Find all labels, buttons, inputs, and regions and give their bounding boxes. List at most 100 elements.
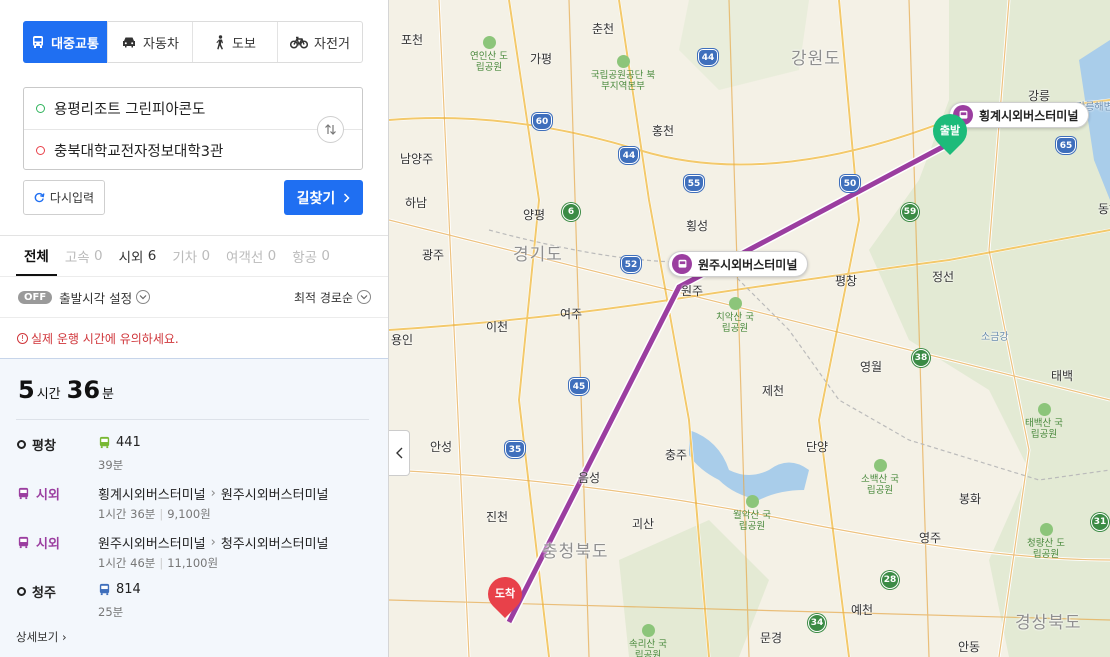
highway-shield: 31 — [1091, 513, 1109, 531]
route-result-card[interactable]: 5 시간 36 분 평창 441 39분 시외 횡계시외버스터미널 › 원주시외… — [0, 358, 388, 657]
park-label: 월악산 국립공원 — [733, 510, 771, 532]
step-info: 1시간 36분 | 9,100원 — [98, 507, 211, 521]
step-duration: 25분 — [98, 605, 124, 619]
province-label: 경기도 — [513, 245, 563, 265]
search-label: 길찾기 — [296, 190, 336, 207]
tab-label: 고속 — [64, 250, 90, 266]
place-label: 춘천 — [592, 22, 615, 36]
place-label: 용인 — [391, 333, 414, 347]
park-icon — [873, 459, 887, 472]
mode-transit[interactable]: 대중교통 — [23, 21, 108, 63]
start-pin[interactable]: 출발 — [925, 106, 975, 156]
mode-label: 도보 — [232, 36, 256, 52]
bus-icon — [99, 436, 110, 449]
place-label: 동해 — [1098, 202, 1110, 216]
terminal-marker-hoenggye[interactable]: 횡계시외버스터미널 — [949, 102, 1090, 128]
province-label: 강원도 — [791, 49, 841, 69]
tab-label: 시외 — [118, 250, 144, 266]
destination-field[interactable]: 충북대학교전자정보대학3관 — [24, 129, 362, 170]
sort-select[interactable]: 최적 경로순 — [294, 289, 371, 306]
place-label: 평창 — [835, 274, 858, 288]
swap-route-button[interactable] — [317, 116, 344, 143]
departure-toggle[interactable]: OFF — [18, 290, 53, 304]
park-label: 태백산 국립공원 — [1025, 418, 1063, 440]
highway-shield: 52 — [621, 256, 641, 273]
park-marker[interactable]: 태백산 국립공원 — [1024, 403, 1064, 440]
step-info: 1시간 46분 | 11,100원 — [98, 556, 219, 570]
place-label: 남양주 — [400, 152, 434, 166]
detail-link[interactable]: 상세보기 › — [16, 629, 67, 645]
to-terminal: 원주시외버스터미널 — [220, 488, 329, 503]
mode-walk[interactable]: 도보 — [193, 22, 278, 62]
chevron-right-icon: › — [210, 535, 216, 550]
step-name: 청주 — [32, 586, 56, 601]
park-marker[interactable]: 속리산 국립공원 — [628, 624, 668, 657]
bus-number: 814 — [116, 582, 141, 597]
park-marker[interactable]: 월악산 국립공원 — [732, 495, 772, 532]
duration-hours-unit: 시간 — [36, 387, 61, 402]
park-icon — [745, 495, 759, 508]
mode-bicycle[interactable]: 자전거 — [278, 22, 362, 62]
place-label: 태백 — [1051, 369, 1074, 383]
start-pin-label: 출발 — [939, 124, 961, 137]
stop-circle-icon — [17, 587, 26, 596]
result-category-tabs: 전체 고속 0 시외 6 기차 0 여객선 0 항공 0 — [16, 236, 338, 276]
place-label: 정선 — [932, 270, 955, 284]
departure-setting-label[interactable]: 출발시각 설정 — [59, 288, 132, 307]
place-label: 음성 — [578, 471, 601, 485]
origin-field[interactable]: 용평리조트 그린피아콘도 — [24, 88, 362, 129]
place-label: 단양 — [806, 440, 829, 454]
collapse-panel-button[interactable] — [389, 430, 410, 476]
map-view[interactable]: 강원도 경기도 충청북도 경상북도 춘천 포천 가평 강릉 홍천 남양주 하남 … — [389, 0, 1110, 657]
park-label: 연인산 도립공원 — [470, 51, 508, 73]
tab-all[interactable]: 전체 — [16, 236, 57, 276]
park-marker[interactable]: 청량산 도립공원 — [1026, 523, 1066, 560]
mode-car[interactable]: 자동차 — [108, 22, 193, 62]
intercity-bus-icon — [18, 536, 29, 549]
tab-air[interactable]: 항공 0 — [284, 236, 338, 276]
from-terminal: 원주시외버스터미널 — [98, 537, 206, 552]
highway-shield: 45 — [569, 378, 589, 395]
highway-shield: 59 — [901, 203, 919, 221]
bus-line[interactable]: 814 — [98, 582, 141, 597]
place-label: 여주 — [560, 307, 583, 321]
tab-count: 0 — [321, 248, 330, 264]
swap-arrows-icon — [325, 124, 336, 135]
end-pin-label: 도착 — [494, 587, 516, 600]
tab-intercity[interactable]: 시외 6 — [111, 236, 165, 276]
place-label: 횡성 — [686, 219, 709, 233]
terminal-name: 횡계시외버스터미널 — [979, 108, 1079, 123]
bus-icon — [33, 36, 44, 48]
tab-express[interactable]: 고속 0 — [57, 236, 111, 276]
park-marker[interactable]: 국립공원공단 북부지역본부 — [587, 55, 659, 92]
step-time: 1시간 46분 — [98, 556, 156, 570]
tab-ferry[interactable]: 여객선 0 — [218, 236, 284, 276]
highway-shield: 50 — [840, 175, 860, 192]
divider — [16, 419, 369, 420]
place-label: 광주 — [422, 248, 445, 262]
reset-button[interactable]: 다시입력 — [23, 180, 105, 215]
destination-dot-icon — [36, 145, 45, 155]
mode-label: 대중교통 — [51, 36, 99, 52]
bus-line[interactable]: 441 — [98, 435, 141, 450]
park-marker[interactable]: 소백산 국립공원 — [860, 459, 900, 496]
terminal-route[interactable]: 원주시외버스터미널 › 청주시외버스터미널 — [98, 533, 328, 552]
terminal-route[interactable]: 횡계시외버스터미널 › 원주시외버스터미널 — [98, 484, 328, 503]
highway-shield: 60 — [532, 113, 552, 130]
end-pin[interactable]: 도착 — [480, 569, 530, 619]
route-panel: 대중교통 자동차 도보 자전거 용평리조트 그린피아콘도 충북대학교전자정보대학… — [0, 0, 389, 657]
terminal-marker-wonju[interactable]: 원주시외버스터미널 — [668, 251, 809, 277]
chevron-down-icon[interactable] — [136, 290, 151, 304]
refresh-icon — [34, 192, 45, 203]
tab-count: 6 — [147, 248, 157, 264]
warning-text: 실제 운행 시간에 유의하세요. — [31, 331, 179, 346]
bicycle-icon — [290, 36, 309, 49]
duration-hours: 5 — [18, 376, 35, 404]
park-marker[interactable]: 연인산 도립공원 — [469, 36, 509, 73]
tab-train[interactable]: 기차 0 — [164, 236, 218, 276]
place-label: 포천 — [401, 33, 424, 47]
place-label: 하남 — [405, 196, 428, 210]
park-marker[interactable]: 치악산 국립공원 — [715, 297, 755, 334]
step-fare: 11,100원 — [167, 556, 219, 570]
search-route-button[interactable]: 길찾기 — [284, 180, 363, 215]
